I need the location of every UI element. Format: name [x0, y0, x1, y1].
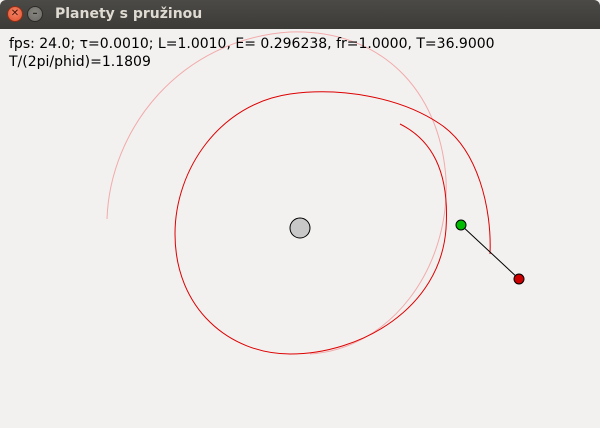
faint-trajectory-arc	[106, 31, 447, 355]
central-body	[289, 217, 311, 239]
anchor-body	[455, 219, 467, 231]
status-line-2: T/(2pi/phid)=1.1809	[9, 54, 151, 70]
simulation-drawing	[106, 31, 525, 355]
simulation-canvas[interactable]: fps: 24.0; τ=0.0010; L=1.0010, E= 0.2962…	[0, 29, 600, 428]
close-icon[interactable]: ✕	[7, 6, 23, 22]
planet-body	[513, 273, 525, 285]
window-title: Planety s pružinou	[55, 6, 203, 22]
status-line-1: fps: 24.0; τ=0.0010; L=1.0010, E= 0.2962…	[9, 36, 495, 52]
title-bar[interactable]: ✕ – Planety s pružinou	[0, 0, 600, 29]
minimize-icon[interactable]: –	[27, 6, 43, 22]
app-window: ✕ – Planety s pružinou fps: 24.0; τ=0.00…	[0, 0, 600, 428]
